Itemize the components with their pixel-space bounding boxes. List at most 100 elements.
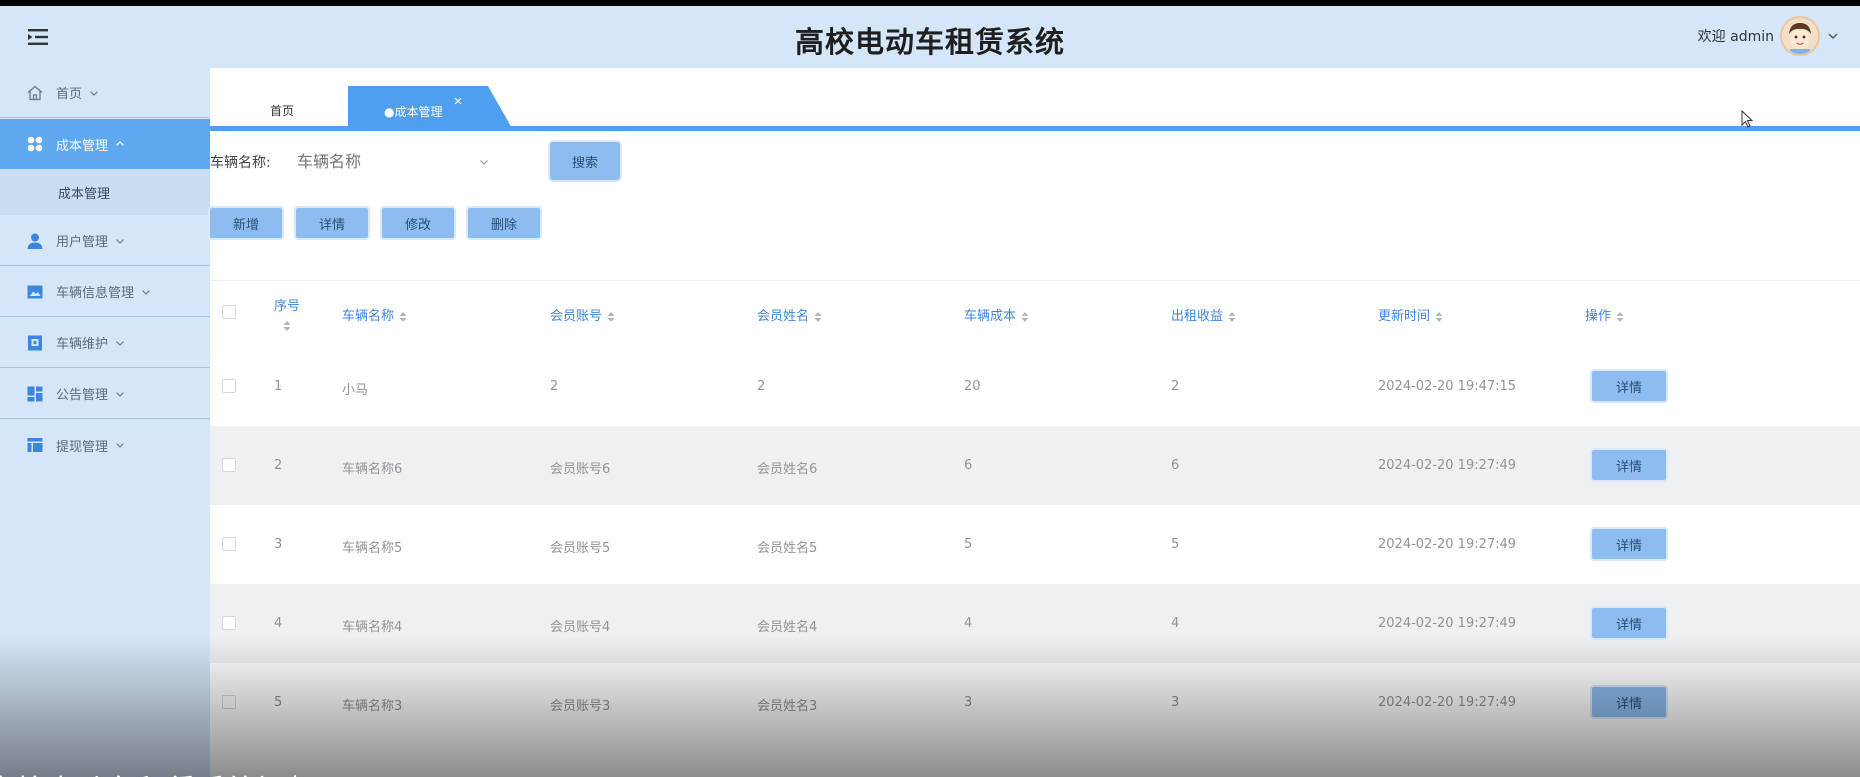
- search-bar: 车辆名称: 搜索: [210, 138, 1860, 188]
- sort-icon[interactable]: [282, 320, 292, 332]
- cell-no: 1: [274, 379, 283, 394]
- sort-icon[interactable]: [606, 311, 616, 323]
- cell-no: 2: [274, 458, 283, 473]
- user-menu[interactable]: 欢迎 admin: [1698, 14, 1840, 58]
- sidebar-item-label: 成本管理: [56, 138, 109, 154]
- sidebar-item-vehicle-info[interactable]: 车辆信息管理: [0, 267, 210, 317]
- cost-table: 序号 车辆名称 会员账号 会员姓名 车辆成本 出租收益 更新时间 操作 1 小马…: [210, 280, 1860, 717]
- sidebar-item-users[interactable]: 用户管理: [0, 216, 210, 266]
- sort-icon[interactable]: [1434, 311, 1444, 323]
- app-window: 高校电动车租赁系统 欢迎 admin 首页 成本管理 成本管理 用户管理 车辆信…: [0, 6, 1860, 777]
- app-title: 高校电动车租赁系统: [794, 25, 1065, 59]
- column-header-vehicle-name[interactable]: 车辆名称: [342, 305, 408, 324]
- cell-update-time: 2024-02-20 19:27:49: [1378, 695, 1517, 710]
- table-header-row: 序号 车辆名称 会员账号 会员姓名 车辆成本 出租收益 更新时间 操作: [210, 281, 1860, 347]
- cell-rental-income: 5: [1171, 537, 1180, 552]
- sidebar-item-withdrawals[interactable]: 提现管理: [0, 420, 210, 470]
- cell-member-account: 会员账号6: [550, 462, 611, 477]
- cell-rental-income: 4: [1171, 616, 1180, 631]
- cell-member-account: 会员账号4: [550, 620, 611, 635]
- add-button[interactable]: 新增: [210, 208, 282, 238]
- sidebar-item-label: 公告管理: [56, 388, 109, 403]
- row-checkbox[interactable]: [222, 379, 236, 393]
- avatar[interactable]: [1780, 16, 1820, 56]
- row-detail-button[interactable]: 详情: [1592, 450, 1666, 480]
- sidebar-item-home[interactable]: 首页: [0, 68, 210, 118]
- table-row: 4 车辆名称4 会员账号4 会员姓名4 4 4 2024-02-20 19:27…: [210, 584, 1860, 663]
- cell-member-name: 会员姓名5: [757, 541, 818, 556]
- close-icon[interactable]: [453, 96, 463, 106]
- cell-member-account: 2: [550, 379, 559, 394]
- column-header-update-time[interactable]: 更新时间: [1378, 305, 1444, 324]
- cell-vehicle-name: 小马: [342, 383, 369, 398]
- chevron-down-icon[interactable]: [1826, 29, 1840, 43]
- row-detail-button[interactable]: 详情: [1592, 529, 1666, 559]
- table-row: 1 小马 2 2 20 2 2024-02-20 19:47:15 详情: [210, 347, 1860, 426]
- tab-home[interactable]: 首页: [270, 102, 294, 119]
- row-detail-button[interactable]: 详情: [1592, 608, 1666, 638]
- row-checkbox[interactable]: [222, 458, 236, 472]
- row-checkbox[interactable]: [222, 537, 236, 551]
- row-detail-button[interactable]: 详情: [1592, 371, 1666, 401]
- mouse-cursor-icon: [1741, 110, 1754, 128]
- edit-button[interactable]: 修改: [382, 208, 454, 238]
- sort-icon[interactable]: [1020, 311, 1030, 323]
- chevron-down-icon: [116, 238, 124, 244]
- sidebar-item-label: 车辆维护: [56, 337, 109, 352]
- row-checkbox[interactable]: [222, 616, 236, 630]
- sidebar: 首页 成本管理 成本管理 用户管理 车辆信息管理 车辆维护 公告管理 提现管理: [0, 68, 210, 777]
- column-header-no[interactable]: 序号: [274, 295, 300, 332]
- chevron-down-icon: [90, 90, 98, 96]
- row-detail-button[interactable]: 详情: [1592, 687, 1666, 717]
- chevron-down-icon[interactable]: [478, 156, 490, 168]
- row-checkbox[interactable]: [222, 695, 236, 709]
- cell-rental-income: 6: [1171, 458, 1180, 473]
- search-button[interactable]: 搜索: [550, 142, 620, 180]
- tab-underline: [210, 126, 1860, 131]
- column-header-vehicle-cost[interactable]: 车辆成本: [964, 305, 1030, 324]
- cell-vehicle-name: 车辆名称4: [342, 620, 403, 635]
- cell-no: 5: [274, 695, 283, 710]
- grid-icon: [27, 136, 43, 152]
- user-icon: [27, 233, 43, 249]
- sort-icon[interactable]: [1227, 311, 1237, 323]
- detail-button[interactable]: 详情: [296, 208, 368, 238]
- cell-update-time: 2024-02-20 19:27:49: [1378, 537, 1517, 552]
- column-header-operation[interactable]: 操作: [1585, 305, 1625, 324]
- cell-update-time: 2024-02-20 19:27:49: [1378, 458, 1517, 473]
- cell-no: 3: [274, 537, 283, 552]
- sidebar-item-label: 首页: [56, 87, 83, 102]
- cell-vehicle-name: 车辆名称3: [342, 699, 403, 714]
- vehicle-name-select[interactable]: [285, 144, 495, 178]
- sidebar-item-label: 车辆信息管理: [56, 286, 135, 301]
- sidebar-item-announcements[interactable]: 公告管理: [0, 369, 210, 419]
- sort-icon[interactable]: [813, 311, 823, 323]
- chevron-down-icon: [116, 340, 124, 346]
- delete-button[interactable]: 删除: [468, 208, 540, 238]
- sidebar-item-vehicle-maintenance[interactable]: 车辆维护: [0, 318, 210, 368]
- table-row: 3 车辆名称5 会员账号5 会员姓名5 5 5 2024-02-20 19:27…: [210, 505, 1860, 584]
- cell-member-account: 会员账号5: [550, 541, 611, 556]
- tab-cost-management[interactable]: ●成本管理: [348, 86, 513, 130]
- sidebar-item-cost[interactable]: 成本管理: [0, 119, 210, 169]
- sidebar-item-label: 提现管理: [56, 439, 109, 455]
- sidebar-subitem-cost[interactable]: 成本管理: [0, 169, 210, 215]
- tab-bar: 首页 ●成本管理: [210, 68, 1860, 131]
- tab-label: ●成本管理: [384, 105, 443, 119]
- chevron-up-icon: [116, 141, 124, 146]
- main-content: 首页 ●成本管理 车辆名称: 搜索 新增: [210, 68, 1860, 777]
- column-header-member-name[interactable]: 会员姓名: [757, 305, 823, 324]
- table-row: 5 车辆名称3 会员账号3 会员姓名3 3 3 2024-02-20 19:27…: [210, 663, 1860, 742]
- table-row: 2 车辆名称6 会员账号6 会员姓名6 6 6 2024-02-20 19:27…: [210, 426, 1860, 505]
- cell-vehicle-cost: 4: [964, 616, 973, 631]
- cell-vehicle-cost: 3: [964, 695, 973, 710]
- sort-icon[interactable]: [1615, 311, 1625, 323]
- column-header-member-account[interactable]: 会员账号: [550, 305, 616, 324]
- column-header-rental-income[interactable]: 出租收益: [1171, 305, 1237, 324]
- select-all-checkbox[interactable]: [222, 305, 236, 319]
- cell-update-time: 2024-02-20 19:47:15: [1378, 379, 1517, 394]
- dashboard-icon: [27, 386, 43, 401]
- sort-icon[interactable]: [398, 311, 408, 323]
- cell-member-name: 会员姓名4: [757, 620, 818, 635]
- cell-rental-income: 2: [1171, 379, 1180, 394]
